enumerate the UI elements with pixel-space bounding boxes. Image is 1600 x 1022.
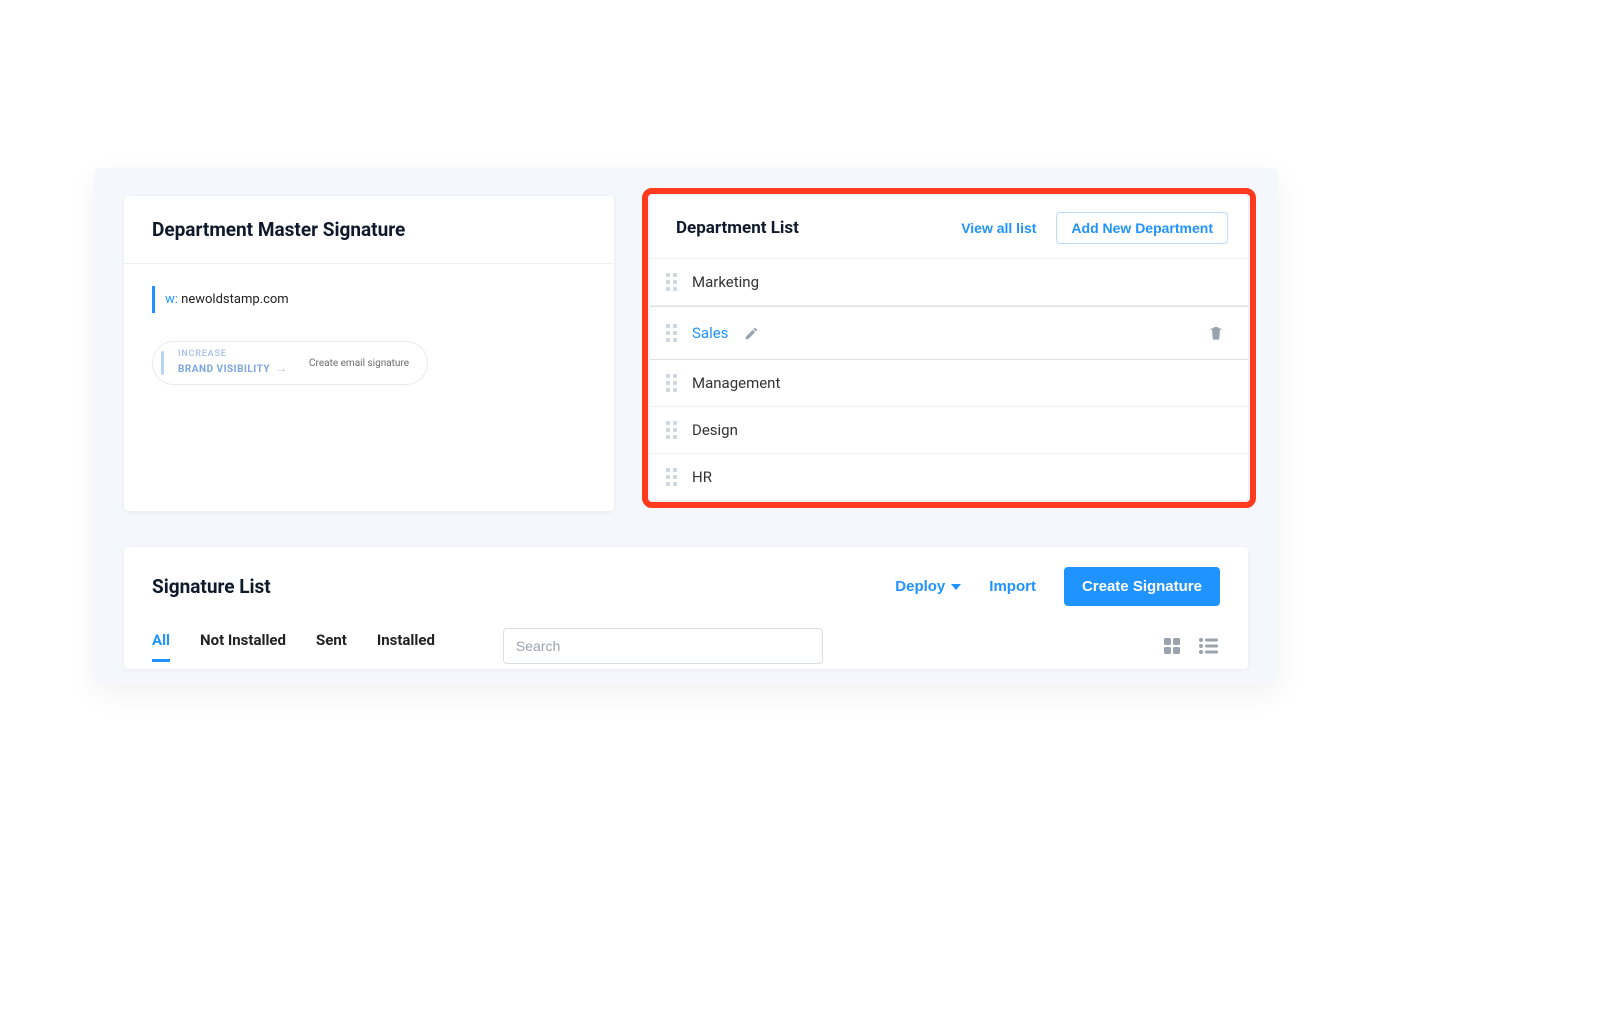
create-signature-button[interactable]: Create Signature [1064,567,1220,606]
signature-list-tabs: All Not Installed Sent Installed [152,631,435,662]
list-view-toggle[interactable] [1198,636,1220,656]
tab-sent[interactable]: Sent [316,631,347,662]
view-toggles [1162,636,1220,656]
banner-cta: Create email signature [309,358,409,369]
banner-line2: BRAND VISIBILITY [178,364,270,375]
signature-list-title: Signature List [152,575,271,598]
delete-department-button[interactable] [1204,321,1228,345]
master-signature-body: w: newoldstamp.com INCREASE BRAND VISIBI… [124,264,614,407]
deploy-label: Deploy [895,578,945,595]
department-row[interactable]: Sales [650,306,1248,360]
department-name: Marketing [692,273,759,291]
tab-installed[interactable]: Installed [377,631,435,662]
master-signature-card: Department Master Signature w: newoldsta… [124,196,614,511]
master-signature-title: Department Master Signature [124,196,614,264]
banner-text: INCREASE BRAND VISIBILITY → [178,350,287,376]
department-name: Design [692,421,738,439]
deploy-dropdown[interactable]: Deploy [895,578,961,595]
signature-website-line: w: newoldstamp.com [152,286,586,313]
drag-handle-icon[interactable] [666,374,680,392]
import-link[interactable]: Import [989,578,1036,595]
signature-list-tabs-row: All Not Installed Sent Installed [152,628,1220,664]
department-row[interactable]: Management [650,360,1248,407]
caret-down-icon [951,584,961,590]
drag-handle-icon[interactable] [666,468,680,486]
signature-list-actions: Deploy Import Create Signature [895,567,1220,606]
signature-banner[interactable]: INCREASE BRAND VISIBILITY → Create email… [152,341,428,385]
signature-list-card: Signature List Deploy Import Create Sign… [124,547,1248,669]
edit-department-button[interactable] [740,322,763,345]
drag-handle-icon[interactable] [666,324,680,342]
signature-list-header: Signature List Deploy Import Create Sign… [152,567,1220,606]
add-new-department-button[interactable]: Add New Department [1056,212,1228,244]
top-row: Department Master Signature w: newoldsta… [124,196,1248,511]
department-list-wrapper: Department List View all list Add New De… [650,196,1248,500]
department-row[interactable]: Design [650,407,1248,454]
grid-view-toggle[interactable] [1162,636,1182,656]
drag-handle-icon[interactable] [666,421,680,439]
list-icon [1198,636,1220,656]
arrow-right-icon: → [276,362,287,375]
department-list-card: Department List View all list Add New De… [650,196,1248,500]
search-input[interactable] [503,628,823,664]
department-row[interactable]: Marketing [650,259,1248,306]
trash-icon [1208,325,1224,341]
department-list-title: Department List [676,218,799,238]
department-list-header: Department List View all list Add New De… [650,196,1248,259]
department-list: Marketing Sales Management Design HR [650,259,1248,500]
department-name: Sales [692,324,728,342]
signature-website-value: newoldstamp.com [181,292,289,307]
view-all-list-link[interactable]: View all list [961,220,1036,236]
banner-accent-bar [161,351,164,375]
signature-w-prefix: w: [165,292,178,307]
department-name: HR [692,468,712,486]
tab-not-installed[interactable]: Not Installed [200,631,286,662]
search-wrap [503,628,823,664]
department-header-actions: View all list Add New Department [961,212,1228,244]
department-row[interactable]: HR [650,454,1248,500]
tab-all[interactable]: All [152,631,170,662]
grid-icon [1162,636,1182,656]
pencil-icon [744,326,759,341]
department-name: Management [692,374,780,392]
drag-handle-icon[interactable] [666,273,680,291]
app-canvas: Department Master Signature w: newoldsta… [94,168,1278,683]
